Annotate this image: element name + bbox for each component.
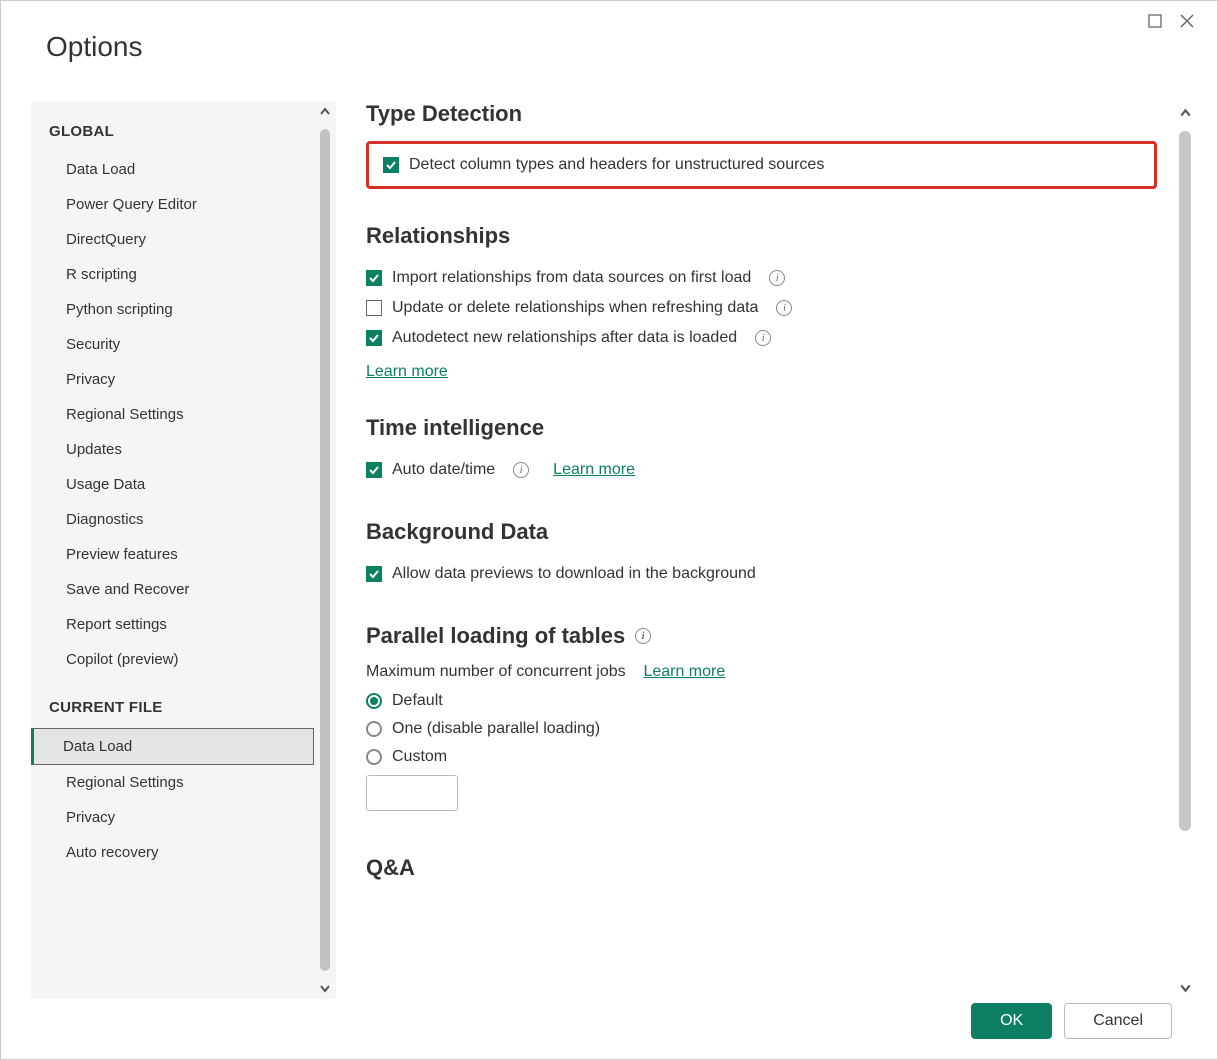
group-title-type-detection: Type Detection (366, 101, 1157, 127)
sidebar-item-report-settings[interactable]: Report settings (31, 607, 314, 642)
sidebar-header-global: GLOBAL (31, 101, 314, 152)
group-title-background-data: Background Data (366, 519, 1157, 545)
row-import-relationships: Import relationships from data sources o… (366, 263, 1157, 293)
checkbox-background-data-previews[interactable] (366, 566, 382, 582)
sidebar-item-python-scripting[interactable]: Python scripting (31, 292, 314, 327)
group-title-parallel-text: Parallel loading of tables (366, 623, 625, 649)
label-radio-one: One (disable parallel loading) (392, 720, 600, 738)
radio-row-custom: Custom (366, 743, 1157, 771)
label-auto-date-time: Auto date/time (392, 461, 495, 479)
main-scrollbar-thumb[interactable] (1179, 131, 1191, 831)
label-update-relationships: Update or delete relationships when refr… (392, 299, 758, 317)
main-scrollbar[interactable] (1173, 101, 1197, 999)
group-time-intelligence: Time intelligence Auto date/time i Learn… (366, 415, 1157, 485)
group-title-parallel-loading: Parallel loading of tables i (366, 623, 1157, 649)
group-parallel-loading: Parallel loading of tables i Maximum num… (366, 623, 1157, 821)
concurrent-jobs-row: Maximum number of concurrent jobs Learn … (366, 663, 1157, 681)
ok-button[interactable]: OK (971, 1003, 1052, 1039)
radio-one[interactable] (366, 721, 382, 737)
sidebar-item-diagnostics[interactable]: Diagnostics (31, 502, 314, 537)
link-learn-more-parallel[interactable]: Learn more (643, 663, 725, 680)
label-radio-default: Default (392, 692, 443, 710)
input-custom-jobs[interactable] (366, 775, 458, 811)
cancel-button[interactable]: Cancel (1064, 1003, 1172, 1039)
sidebar-item-copilot-preview[interactable]: Copilot (preview) (31, 642, 314, 677)
sidebar-item-preview-features[interactable]: Preview features (31, 537, 314, 572)
label-background-data-previews: Allow data previews to download in the b… (392, 565, 756, 583)
highlight-box-type-detection: Detect column types and headers for unst… (366, 141, 1157, 189)
close-button[interactable] (1177, 11, 1197, 31)
titlebar (1125, 1, 1217, 41)
group-relationships: Relationships Import relationships from … (366, 223, 1157, 381)
sidebar-item-updates[interactable]: Updates (31, 432, 314, 467)
sidebar-scrollbar[interactable] (314, 101, 336, 999)
checkbox-update-relationships[interactable] (366, 300, 382, 316)
label-autodetect-relationships: Autodetect new relationships after data … (392, 329, 737, 347)
checkbox-import-relationships[interactable] (366, 270, 382, 286)
footer: OK Cancel (971, 1003, 1172, 1039)
scroll-up-icon[interactable] (1173, 101, 1197, 125)
scroll-down-icon[interactable] (314, 977, 336, 999)
info-icon[interactable]: i (769, 270, 785, 286)
row-autodetect-relationships: Autodetect new relationships after data … (366, 323, 1157, 353)
sidebar-item-directquery[interactable]: DirectQuery (31, 222, 314, 257)
main-scroll[interactable]: Type Detection Detect column types and h… (366, 101, 1167, 999)
radio-default[interactable] (366, 693, 382, 709)
close-icon (1179, 13, 1195, 29)
group-title-time-intelligence: Time intelligence (366, 415, 1157, 441)
sidebar-item-usage-data[interactable]: Usage Data (31, 467, 314, 502)
row-update-relationships: Update or delete relationships when refr… (366, 293, 1157, 323)
info-icon[interactable]: i (635, 628, 651, 644)
content-area: GLOBAL Data Load Power Query Editor Dire… (31, 101, 1197, 999)
sidebar-item-current-data-load[interactable]: Data Load (31, 728, 314, 765)
sidebar-item-privacy-global[interactable]: Privacy (31, 362, 314, 397)
sidebar-item-auto-recovery[interactable]: Auto recovery (31, 835, 314, 870)
info-icon[interactable]: i (776, 300, 792, 316)
maximize-button[interactable] (1145, 11, 1165, 31)
sidebar-scroll[interactable]: GLOBAL Data Load Power Query Editor Dire… (31, 101, 314, 999)
link-learn-more-relationships[interactable]: Learn more (366, 363, 448, 381)
label-detect-column-types: Detect column types and headers for unst… (409, 156, 824, 174)
label-radio-custom: Custom (392, 748, 447, 766)
sidebar: GLOBAL Data Load Power Query Editor Dire… (31, 101, 336, 999)
sidebar-scrollbar-thumb[interactable] (320, 129, 330, 971)
group-type-detection: Type Detection Detect column types and h… (366, 101, 1157, 189)
row-auto-date-time: Auto date/time i Learn more (366, 455, 1157, 485)
radio-row-one: One (disable parallel loading) (366, 715, 1157, 743)
dialog-title: Options (46, 31, 143, 63)
scroll-down-icon[interactable] (1173, 975, 1197, 999)
sidebar-item-privacy-file[interactable]: Privacy (31, 800, 314, 835)
radio-custom[interactable] (366, 749, 382, 765)
sidebar-item-regional-settings-file[interactable]: Regional Settings (31, 765, 314, 800)
checkbox-auto-date-time[interactable] (366, 462, 382, 478)
group-title-qa: Q&A (366, 855, 1157, 881)
label-import-relationships: Import relationships from data sources o… (392, 269, 751, 287)
info-icon[interactable]: i (755, 330, 771, 346)
sidebar-header-current-file: CURRENT FILE (31, 677, 314, 728)
sidebar-item-power-query-editor[interactable]: Power Query Editor (31, 187, 314, 222)
sidebar-item-regional-settings-global[interactable]: Regional Settings (31, 397, 314, 432)
sidebar-item-r-scripting[interactable]: R scripting (31, 257, 314, 292)
checkbox-detect-column-types[interactable] (383, 157, 399, 173)
link-learn-more-time-intelligence[interactable]: Learn more (553, 461, 635, 479)
sidebar-item-save-and-recover[interactable]: Save and Recover (31, 572, 314, 607)
sidebar-item-global-data-load[interactable]: Data Load (31, 152, 314, 187)
radio-row-default: Default (366, 687, 1157, 715)
checkbox-autodetect-relationships[interactable] (366, 330, 382, 346)
sidebar-item-security[interactable]: Security (31, 327, 314, 362)
group-background-data: Background Data Allow data previews to d… (366, 519, 1157, 589)
row-background-data-previews: Allow data previews to download in the b… (366, 559, 1157, 589)
scroll-up-icon[interactable] (314, 101, 336, 123)
main-panel: Type Detection Detect column types and h… (366, 101, 1197, 999)
group-title-relationships: Relationships (366, 223, 1157, 249)
label-max-concurrent-jobs: Maximum number of concurrent jobs (366, 663, 626, 680)
info-icon[interactable]: i (513, 462, 529, 478)
maximize-icon (1148, 14, 1162, 28)
